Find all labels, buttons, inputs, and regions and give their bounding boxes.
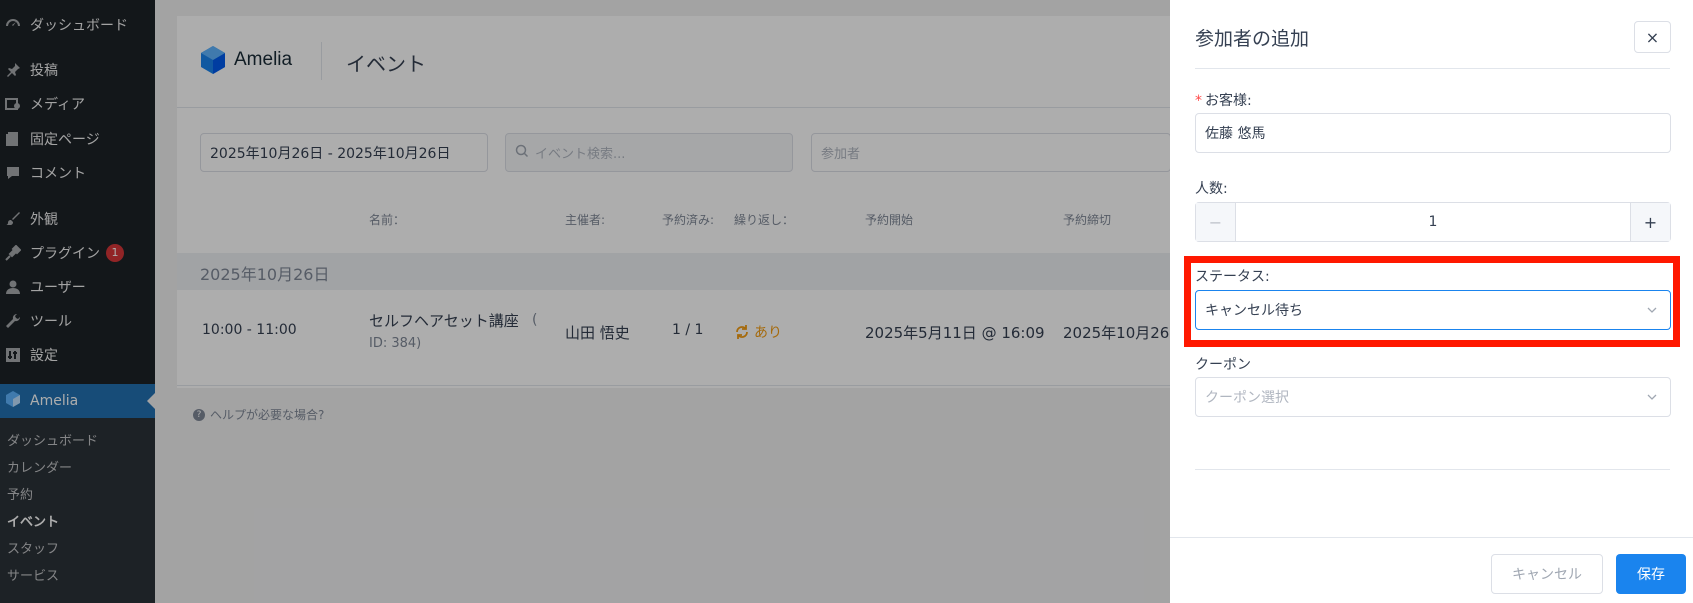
close-button[interactable]: × xyxy=(1634,21,1671,53)
cancel-button[interactable]: キャンセル xyxy=(1491,554,1603,594)
dialog-title: 参加者の追加 xyxy=(1195,28,1310,50)
persons-input[interactable]: 1 xyxy=(1236,203,1630,241)
footer-divider xyxy=(1170,537,1693,538)
required-mark: * xyxy=(1195,93,1202,109)
title-divider xyxy=(1195,68,1670,69)
add-attendee-dialog: 参加者の追加 × * お客様: 佐藤 悠馬 人数: − 1 + ステータス: キャ… xyxy=(1170,0,1693,603)
coupon-label: クーポン xyxy=(1195,357,1251,373)
modal-overlay[interactable] xyxy=(0,0,1170,603)
form-divider xyxy=(1195,469,1670,470)
customer-select[interactable]: 佐藤 悠馬 xyxy=(1195,113,1671,153)
customer-label: * お客様: xyxy=(1195,90,1252,110)
persons-stepper: − 1 + xyxy=(1195,202,1671,242)
persons-label: 人数: xyxy=(1195,181,1228,197)
increment-button[interactable]: + xyxy=(1630,203,1670,241)
customer-label-text: お客様: xyxy=(1205,93,1252,109)
chevron-down-icon xyxy=(1646,391,1658,406)
decrement-button[interactable]: − xyxy=(1196,203,1236,241)
close-icon: × xyxy=(1645,27,1660,47)
highlight-annotation xyxy=(1184,256,1680,347)
coupon-select[interactable]: クーポン選択 xyxy=(1195,377,1671,417)
coupon-placeholder: クーポン選択 xyxy=(1205,390,1289,406)
save-button[interactable]: 保存 xyxy=(1616,554,1686,594)
